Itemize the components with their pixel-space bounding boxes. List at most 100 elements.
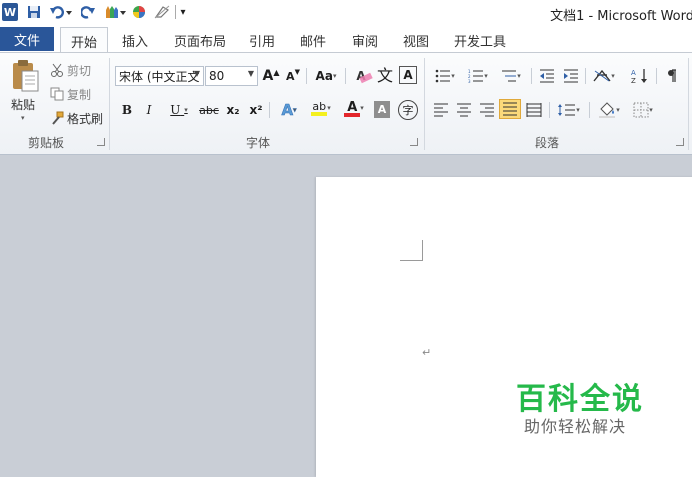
bullets-icon xyxy=(435,69,451,83)
font-size-combo[interactable]: 80 ▼ xyxy=(205,66,258,86)
eraser-icon[interactable] xyxy=(153,3,171,21)
phonetic-guide-icon: 文 xyxy=(376,66,393,85)
copy-label: 复制 xyxy=(67,87,92,102)
clipboard-launcher-icon[interactable] xyxy=(97,138,105,146)
bullets-button[interactable]: ▾ xyxy=(430,66,460,86)
tab-view[interactable]: 视图 xyxy=(403,31,429,50)
divider xyxy=(345,68,346,84)
show-hide-marks-button[interactable] xyxy=(664,66,680,86)
svg-text:3: 3 xyxy=(468,79,471,83)
format-painter-icon xyxy=(52,111,64,125)
copy-button[interactable]: 复制 xyxy=(50,84,91,104)
pilcrow-icon xyxy=(668,69,676,82)
numbering-button[interactable]: 1 2 3 ▾ xyxy=(463,66,493,86)
align-left-icon xyxy=(434,103,448,117)
line-spacing-button[interactable]: ▾ xyxy=(554,100,584,120)
character-shading-icon: A xyxy=(377,103,387,116)
paste-icon[interactable] xyxy=(8,58,42,94)
subscript-button[interactable]: x₂ xyxy=(222,100,244,120)
increase-indent-icon xyxy=(564,69,578,83)
character-shading-button[interactable]: A xyxy=(374,101,390,118)
font-color-button[interactable]: A ▾ xyxy=(339,98,369,118)
tab-page-layout[interactable]: 页面布局 xyxy=(174,31,226,50)
divider xyxy=(531,68,532,84)
font-color-icon: A xyxy=(344,100,361,117)
distributed-align-button[interactable] xyxy=(523,100,545,120)
highlighter-icon: ab xyxy=(311,100,328,116)
underline-icon: U xyxy=(170,103,181,117)
align-left-button[interactable] xyxy=(430,100,452,120)
multilevel-list-button[interactable]: ▾ xyxy=(496,66,526,86)
align-center-button[interactable] xyxy=(453,100,475,120)
change-case-button[interactable]: Aa ▾ xyxy=(311,66,341,86)
clear-formatting-icon: A xyxy=(356,69,374,84)
highlight-button[interactable]: ab ▾ xyxy=(306,98,336,118)
decrease-indent-button[interactable] xyxy=(536,66,558,86)
word-app-icon[interactable]: W xyxy=(2,3,18,21)
font-launcher-icon[interactable] xyxy=(410,138,418,146)
tab-file[interactable]: 文件 xyxy=(0,27,54,51)
chinese-layout-icon xyxy=(593,69,611,82)
justify-button[interactable] xyxy=(499,99,521,119)
divider xyxy=(269,102,270,118)
touch-mode-icon[interactable] xyxy=(100,3,128,21)
group-separator xyxy=(109,58,110,150)
phonetic-guide-button[interactable]: 文 xyxy=(374,64,396,85)
bold-icon: B xyxy=(121,103,133,117)
underline-button[interactable]: U ▾ xyxy=(162,100,196,120)
borders-button[interactable]: ▾ xyxy=(628,100,658,120)
sort-button[interactable]: AZ xyxy=(629,66,651,86)
character-border-button[interactable]: A xyxy=(399,66,417,84)
save-icon[interactable] xyxy=(26,3,42,21)
font-name-value: 宋体 (中文正文 xyxy=(119,69,200,84)
chevron-down-icon: ▼ xyxy=(193,69,200,78)
text-effects-button[interactable]: A ▾ xyxy=(274,100,304,120)
shading-button[interactable]: ▾ xyxy=(594,100,624,120)
tab-review[interactable]: 审阅 xyxy=(352,31,378,50)
tab-home[interactable]: 开始 xyxy=(60,27,109,54)
clear-formatting-button[interactable]: A xyxy=(350,66,374,86)
strikethrough-button[interactable]: abc xyxy=(197,100,221,120)
group-label-clipboard: 剪贴板 xyxy=(28,136,65,150)
divider xyxy=(585,68,586,84)
distributed-align-icon xyxy=(526,103,542,117)
group-separator xyxy=(688,58,689,150)
tab-mailings[interactable]: 邮件 xyxy=(300,31,326,50)
chinese-layout-button[interactable]: ▾ xyxy=(589,66,619,86)
grow-font-button[interactable]: A ▲ xyxy=(260,66,282,86)
paste-dropdown-icon[interactable]: ▾ xyxy=(21,114,25,122)
qa-separator xyxy=(175,5,176,19)
increase-indent-button[interactable] xyxy=(560,66,582,86)
superscript-icon: x² xyxy=(249,103,263,117)
paste-button[interactable]: 粘贴 xyxy=(11,94,35,114)
window-title: 文档1 - Microsoft Word xyxy=(550,9,692,24)
align-right-button[interactable] xyxy=(476,100,498,120)
strikethrough-icon: abc xyxy=(199,103,219,117)
customize-quick-access-icon[interactable]: ▾ xyxy=(178,3,188,21)
subscript-icon: x₂ xyxy=(226,103,240,117)
format-painter-button[interactable]: 格式刷 xyxy=(50,108,103,128)
group-label-paragraph: 段落 xyxy=(535,136,560,150)
paragraph-launcher-icon[interactable] xyxy=(676,138,684,146)
cut-button[interactable]: 剪切 xyxy=(50,60,91,80)
shrink-font-icon: A xyxy=(286,69,295,83)
justify-icon xyxy=(503,102,517,116)
tab-developer[interactable]: 开发工具 xyxy=(454,31,506,50)
text-effects-icon: A xyxy=(281,101,294,120)
superscript-button[interactable]: x² xyxy=(245,100,267,120)
font-name-combo[interactable]: 宋体 (中文正文 ▼ xyxy=(115,66,204,86)
tab-references[interactable]: 引用 xyxy=(249,31,275,50)
bold-button[interactable]: B xyxy=(116,100,138,120)
decrease-indent-icon xyxy=(540,69,554,83)
color-wheel-icon[interactable] xyxy=(131,3,147,21)
divider xyxy=(306,68,307,84)
redo-icon[interactable] xyxy=(80,3,96,21)
undo-icon[interactable] xyxy=(48,3,74,21)
svg-text:Z: Z xyxy=(631,77,636,84)
document-page[interactable] xyxy=(316,177,692,477)
tab-insert[interactable]: 插入 xyxy=(122,31,148,50)
enclose-characters-button[interactable]: 字 xyxy=(398,100,418,120)
multilevel-list-icon xyxy=(502,70,517,82)
shrink-font-button[interactable]: A ▼ xyxy=(282,66,304,86)
italic-button[interactable]: I xyxy=(138,100,160,120)
